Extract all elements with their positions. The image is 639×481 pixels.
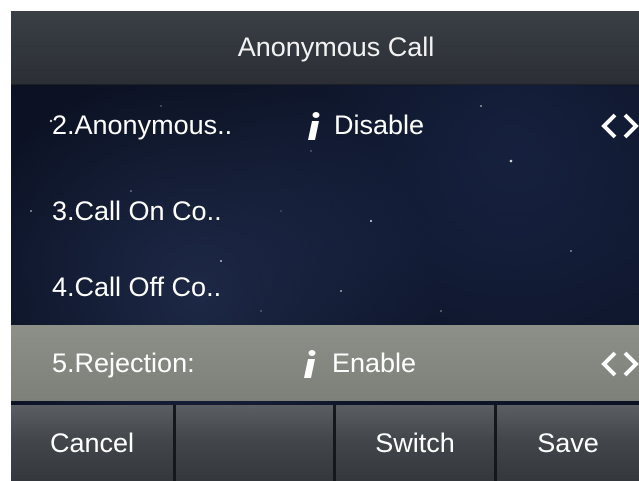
title-bar: Anonymous Call [11,11,639,85]
info-icon [304,350,316,378]
save-button[interactable]: Save [497,405,639,481]
row-label: 4.Call Off Co.. [52,272,222,302]
list-item-rejection[interactable]: 5.Rejection: Enable [11,325,639,401]
page-title: Anonymous Call [237,32,435,62]
row-label: 5.Rejection: [52,348,195,378]
row-label: 2.Anonymous.. [52,110,233,140]
softkey-bar: Cancel Switch Save [11,405,639,481]
list-item-call-on-code[interactable]: 3.Call On Co.. [11,173,639,249]
cancel-button[interactable]: Cancel [11,405,176,481]
row-value: Disable [334,110,425,140]
list-item-anonymous[interactable]: 2.Anonymous.. Disable [11,87,639,163]
info-icon [308,112,320,140]
row-label: 3.Call On Co.. [52,196,222,226]
switch-button[interactable]: Switch [336,405,497,481]
blank-softkey[interactable] [176,405,336,481]
list-item-call-off-code[interactable]: 4.Call Off Co.. [11,249,639,325]
row-value: Enable [332,348,417,378]
phone-screen: Anonymous Call 2.Anonymous.. Disable 3.C… [11,11,639,481]
left-right-arrows-icon[interactable] [599,113,639,139]
left-right-arrows-icon[interactable] [599,351,639,377]
